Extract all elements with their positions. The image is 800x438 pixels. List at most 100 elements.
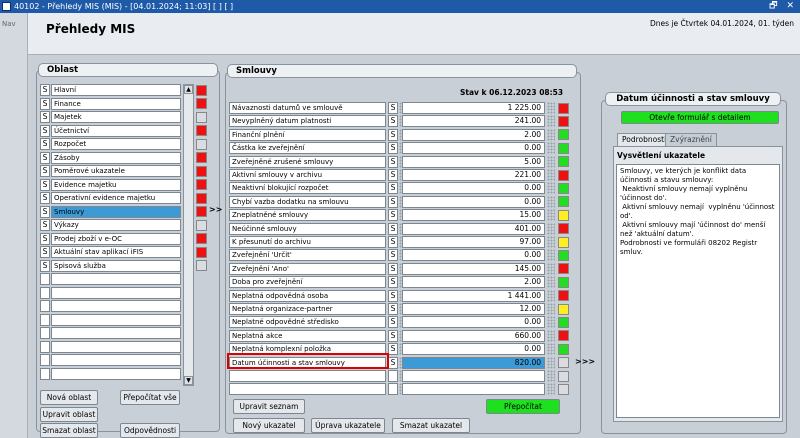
indicator-s-button[interactable]: S	[388, 303, 398, 315]
oblast-item[interactable]: Finance	[51, 97, 181, 110]
indicator-label[interactable]: Zveřejněné zrušené smlouvy	[229, 155, 386, 168]
indicator-s-button[interactable]: S	[388, 343, 398, 356]
indicator-label[interactable]: Zveřejnění 'Ano'	[229, 262, 386, 275]
oblast-s-button[interactable]: S	[40, 192, 50, 204]
delete-oblast-button[interactable]: Smazat oblast	[40, 423, 98, 438]
indicator-label[interactable]	[229, 370, 386, 382]
new-oblast-button[interactable]: Nová oblast	[40, 390, 98, 405]
oblast-s-button[interactable]: S	[40, 138, 50, 150]
indicator-s-button[interactable]: S	[388, 316, 398, 329]
indicator-s-button[interactable]: S	[388, 128, 398, 141]
indicator-s-button[interactable]: S	[388, 276, 398, 289]
oblast-item[interactable]: Zásoby	[51, 151, 181, 164]
indicator-label[interactable]: Doba pro zveřejnění	[229, 276, 386, 289]
indicator-label[interactable]: Návaznosti datumů ve smlouvě	[229, 102, 386, 114]
indicator-label[interactable]: Neplatná odpovědná osoba	[229, 289, 386, 302]
indicator-s-button[interactable]: S	[388, 222, 398, 235]
indicator-s-button[interactable]: S	[388, 102, 398, 114]
indicator-label[interactable]: Neplatné odpovědné středisko	[229, 316, 386, 329]
oblast-s-button[interactable]	[40, 354, 50, 366]
oblast-item[interactable]	[51, 286, 181, 299]
smlouvy-expand-arrow[interactable]: >>>	[575, 357, 595, 366]
recalc-all-button[interactable]: Přepočítat vše	[120, 390, 180, 405]
nav-panel[interactable]: Nav	[0, 13, 28, 438]
indicator-label[interactable]: Neplatná akce	[229, 329, 386, 342]
scroll-down-icon[interactable]: ▼	[184, 376, 193, 385]
oblast-scrollbar[interactable]: ▲ ▼	[183, 84, 194, 386]
oblast-s-button[interactable]: S	[40, 259, 50, 272]
edit-indicator-button[interactable]: Úprava ukazatele	[311, 418, 385, 433]
delete-indicator-button[interactable]: Smazat ukazatel	[392, 418, 470, 433]
oblast-s-button[interactable]: S	[40, 246, 50, 258]
oblast-item[interactable]: Rozpočet	[51, 138, 181, 150]
indicator-s-button[interactable]: S	[388, 262, 398, 275]
window-controls[interactable]: 🗗 ✕	[769, 0, 797, 13]
indicator-s-button[interactable]: S	[388, 289, 398, 302]
oblast-item[interactable]	[51, 367, 181, 380]
tab-zvyrazneni[interactable]: Zvýraznění	[665, 133, 717, 146]
indicator-s-button[interactable]: S	[388, 249, 398, 262]
open-detail-form-button[interactable]: Otevře formulář s detailem	[621, 111, 779, 124]
oblast-s-button[interactable]	[40, 327, 50, 339]
indicator-label[interactable]: Aktivní smlouvy v archivu	[229, 169, 386, 181]
oblast-s-button[interactable]: S	[40, 178, 50, 191]
oblast-item[interactable]: Aktuální stav aplikací iFIS	[51, 246, 181, 258]
oblast-item[interactable]: Hlavní	[51, 84, 181, 96]
responsibility-button[interactable]: Odpovědnosti	[120, 423, 180, 438]
oblast-item[interactable]	[51, 313, 181, 326]
indicator-label[interactable]: K přesunutí do archivu	[229, 236, 386, 248]
oblast-s-button[interactable]: S	[40, 232, 50, 245]
indicator-label[interactable]: Neplatná organizace-partner	[229, 303, 386, 315]
indicator-label[interactable]: Částka ke zveřejnění	[229, 142, 386, 155]
oblast-item[interactable]: Účetnictví	[51, 124, 181, 137]
oblast-item[interactable]: Poměrové ukazatele	[51, 165, 181, 177]
oblast-s-button[interactable]: S	[40, 124, 50, 137]
oblast-s-button[interactable]	[40, 300, 50, 312]
indicator-s-button[interactable]: S	[388, 209, 398, 222]
oblast-s-button[interactable]	[40, 340, 50, 353]
indicator-label[interactable]	[229, 383, 386, 396]
indicator-s-button[interactable]: S	[388, 356, 398, 369]
oblast-s-button[interactable]	[40, 313, 50, 326]
oblast-item[interactable]: Výkazy	[51, 219, 181, 231]
oblast-item[interactable]: Prodej zboží v e-OC	[51, 232, 181, 245]
indicator-label[interactable]: Nevyplněný datum platnosti	[229, 115, 386, 128]
indicator-s-button[interactable]: S	[388, 115, 398, 128]
oblast-s-button[interactable]: S	[40, 205, 50, 218]
oblast-s-button[interactable]: S	[40, 151, 50, 164]
edit-oblast-button[interactable]: Upravit oblast	[40, 407, 98, 422]
indicator-label[interactable]: Zveřejnění 'Určit'	[229, 249, 386, 262]
indicator-label[interactable]: Neaktivní blokující rozpočet	[229, 182, 386, 195]
edit-list-button[interactable]: Upravit seznam	[233, 399, 305, 414]
oblast-s-button[interactable]	[40, 367, 50, 380]
indicator-s-button[interactable]: S	[388, 329, 398, 342]
oblast-item[interactable]	[51, 273, 181, 285]
oblast-item[interactable]: Operativní evidence majetku	[51, 192, 181, 204]
indicator-s-button[interactable]	[388, 383, 398, 396]
indicator-s-button[interactable]: S	[388, 182, 398, 195]
indicator-label[interactable]: Finanční plnění	[229, 128, 386, 141]
indicator-label[interactable]: Neúčinné smlouvy	[229, 222, 386, 235]
oblast-item[interactable]: Evidence majetku	[51, 178, 181, 191]
nav-label[interactable]: Nav	[2, 20, 16, 28]
oblast-s-button[interactable]: S	[40, 97, 50, 110]
indicator-s-button[interactable]: S	[388, 142, 398, 155]
indicator-s-button[interactable]: S	[388, 169, 398, 181]
indicator-s-button[interactable]: S	[388, 155, 398, 168]
oblast-item[interactable]	[51, 327, 181, 339]
oblast-item[interactable]	[51, 340, 181, 353]
oblast-item[interactable]	[51, 354, 181, 366]
new-indicator-button[interactable]: Nový ukazatel	[233, 418, 305, 433]
indicator-label[interactable]: Chybí vazba dodatku na smlouvu	[229, 195, 386, 208]
indicator-label[interactable]: Zneplatněné smlouvy	[229, 209, 386, 222]
oblast-s-button[interactable]	[40, 286, 50, 299]
indicator-s-button[interactable]	[388, 370, 398, 382]
oblast-item[interactable]	[51, 300, 181, 312]
oblast-item[interactable]: Smlouvy	[51, 205, 181, 218]
indicator-s-button[interactable]: S	[388, 236, 398, 248]
oblast-s-button[interactable]: S	[40, 111, 50, 123]
oblast-expand-arrow[interactable]: >>	[209, 205, 222, 214]
recalc-button[interactable]: Přepočítat	[486, 399, 560, 414]
oblast-item[interactable]: Majetek	[51, 111, 181, 123]
oblast-s-button[interactable]: S	[40, 165, 50, 177]
